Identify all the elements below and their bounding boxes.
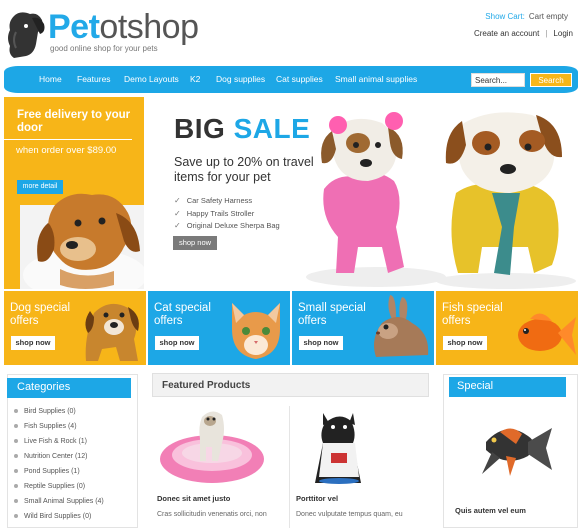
product-name[interactable]: Donec sit amet justo [157,494,230,503]
site-tagline: good online shop for your pets [50,44,158,53]
dog-tile-photo [85,303,139,361]
site-logo[interactable]: Petotshop [48,8,199,47]
category-label[interactable]: Wild Bird Supplies (0) [24,513,91,520]
category-item[interactable]: Wild Bird Supplies (0) [14,513,91,520]
cart-value: Cart empty [528,12,568,21]
sale-headline: BIG SALE [174,113,310,145]
product-description: Cras sollicitudin venenatis orci, non [157,511,267,518]
tile-title: Small special offers [298,302,366,327]
nav-k2[interactable]: K2 [190,74,200,84]
bullet-icon [14,424,18,429]
search-button[interactable]: Search [530,73,572,87]
category-label[interactable]: Reptile Supplies (0) [24,483,85,490]
sale-shop-now-button[interactable]: shop now [173,236,217,250]
tile-shop-now-button[interactable]: shop now [155,336,199,350]
category-item[interactable]: Pond Supplies (1) [14,468,80,475]
category-label[interactable]: Fish Supplies (4) [24,423,77,430]
dog-logo-icon[interactable] [4,10,48,62]
goldfish-tile-photo [518,313,576,355]
account-links: Create an account | Login [471,29,576,38]
bullet-icon [14,439,18,444]
category-label[interactable]: Nutrition Center (12) [24,453,87,460]
special-title: Special [449,377,566,397]
tile-title: Fish special offers [442,302,503,327]
nav-cat-supplies[interactable]: Cat supplies [276,74,323,84]
category-label[interactable]: Live Fish & Rock (1) [24,438,87,445]
create-account-link[interactable]: Create an account [474,29,539,38]
nav-demo-layouts[interactable]: Demo Layouts [124,74,179,84]
nav-small-animal-supplies[interactable]: Small animal supplies [335,74,417,84]
puppies-photo [306,112,576,289]
category-item[interactable]: Reptile Supplies (0) [14,483,85,490]
bullet-icon [14,409,18,414]
tile-shop-now-button[interactable]: shop now [11,336,55,350]
category-label[interactable]: Small Animal Supplies (4) [24,498,104,505]
bullet-icon [14,454,18,459]
promo-subtitle: when order over $89.00 [16,145,117,156]
tile-shop-now-button[interactable]: shop now [299,336,343,350]
fish-offers-tile[interactable]: Fish special offers shop now [436,291,578,365]
product-description: Donec vulputate tempus quam, eu [296,511,403,518]
search-input[interactable]: Search... [471,73,525,87]
product-image-dog-shirt[interactable] [299,403,379,487]
special-product-name[interactable]: Quis autem vel eum [455,506,526,515]
cart-label[interactable]: Show Cart: [485,12,525,21]
cat-offers-tile[interactable]: Cat special offers shop now [148,291,290,365]
nav-features[interactable]: Features [77,74,111,84]
promo-divider [4,139,132,140]
bullet-icon [14,499,18,504]
product-image-dog-bed[interactable] [156,403,272,487]
cart-status[interactable]: Show Cart: Cart empty [485,12,568,21]
categories-title: Categories [7,378,131,398]
nav-home[interactable]: Home [39,74,62,84]
category-item[interactable]: Fish Supplies (4) [14,423,77,430]
cat-tile-photo [232,303,280,359]
more-detail-button[interactable]: more detail [17,180,63,194]
small-animal-offers-tile[interactable]: Small special offers shop now [292,291,434,365]
login-link[interactable]: Login [553,29,573,38]
big-sale-banner: BIG SALE Save up to 20% on travel items … [146,97,578,289]
sale-feature-item: ✓ Original Deluxe Sherpa Bag [174,221,280,230]
product-divider [289,406,290,528]
check-icon: ✓ [174,196,181,205]
sale-feature-item: ✓ Happy Trails Stroller [174,209,254,218]
sale-feature-label: Happy Trails Stroller [186,209,255,218]
category-item[interactable]: Live Fish & Rock (1) [14,438,87,445]
bullet-icon [14,469,18,474]
tile-shop-now-button[interactable]: shop now [443,336,487,350]
product-card[interactable]: Porttitor vel Donec vulputate tempus qua… [291,401,421,528]
product-name[interactable]: Porttitor vel [296,494,338,503]
free-delivery-promo: Free delivery to your door when order ov… [4,97,144,289]
sale-headline-big: BIG [174,113,226,144]
main-nav: Home Features Demo Layouts K2 Dog suppli… [4,66,578,93]
account-separator: | [545,29,548,38]
category-item[interactable]: Bird Supplies (0) [14,408,76,415]
category-item[interactable]: Nutrition Center (12) [14,453,87,460]
featured-products-title: Featured Products [152,373,429,397]
promo-title: Free delivery to your door [17,109,131,134]
tile-title: Dog special offers [10,302,71,327]
site-header: Petotshop good online shop for your pets… [0,0,582,66]
rabbit-tile-photo [374,295,429,357]
special-product-image-fish[interactable] [466,412,554,480]
product-card[interactable]: Donec sit amet justo Cras sollicitudin v… [152,401,282,528]
logo-brand: Pet [48,8,100,46]
sale-feature-label: Car Safety Harness [186,196,253,205]
category-label[interactable]: Bird Supplies (0) [24,408,76,415]
sale-feature-item: ✓ Car Safety Harness [174,196,252,205]
bullet-icon [14,484,18,489]
logo-rest: otshop [99,8,199,46]
bullet-icon [14,514,18,519]
nav-dog-supplies[interactable]: Dog supplies [216,74,265,84]
dog-offers-tile[interactable]: Dog special offers shop now [4,291,146,365]
category-label[interactable]: Pond Supplies (1) [24,468,80,475]
check-icon: ✓ [174,209,181,218]
sale-feature-label: Original Deluxe Sherpa Bag [186,221,280,230]
category-item[interactable]: Small Animal Supplies (4) [14,498,104,505]
tile-title: Cat special offers [154,302,211,327]
check-icon: ✓ [174,221,181,230]
